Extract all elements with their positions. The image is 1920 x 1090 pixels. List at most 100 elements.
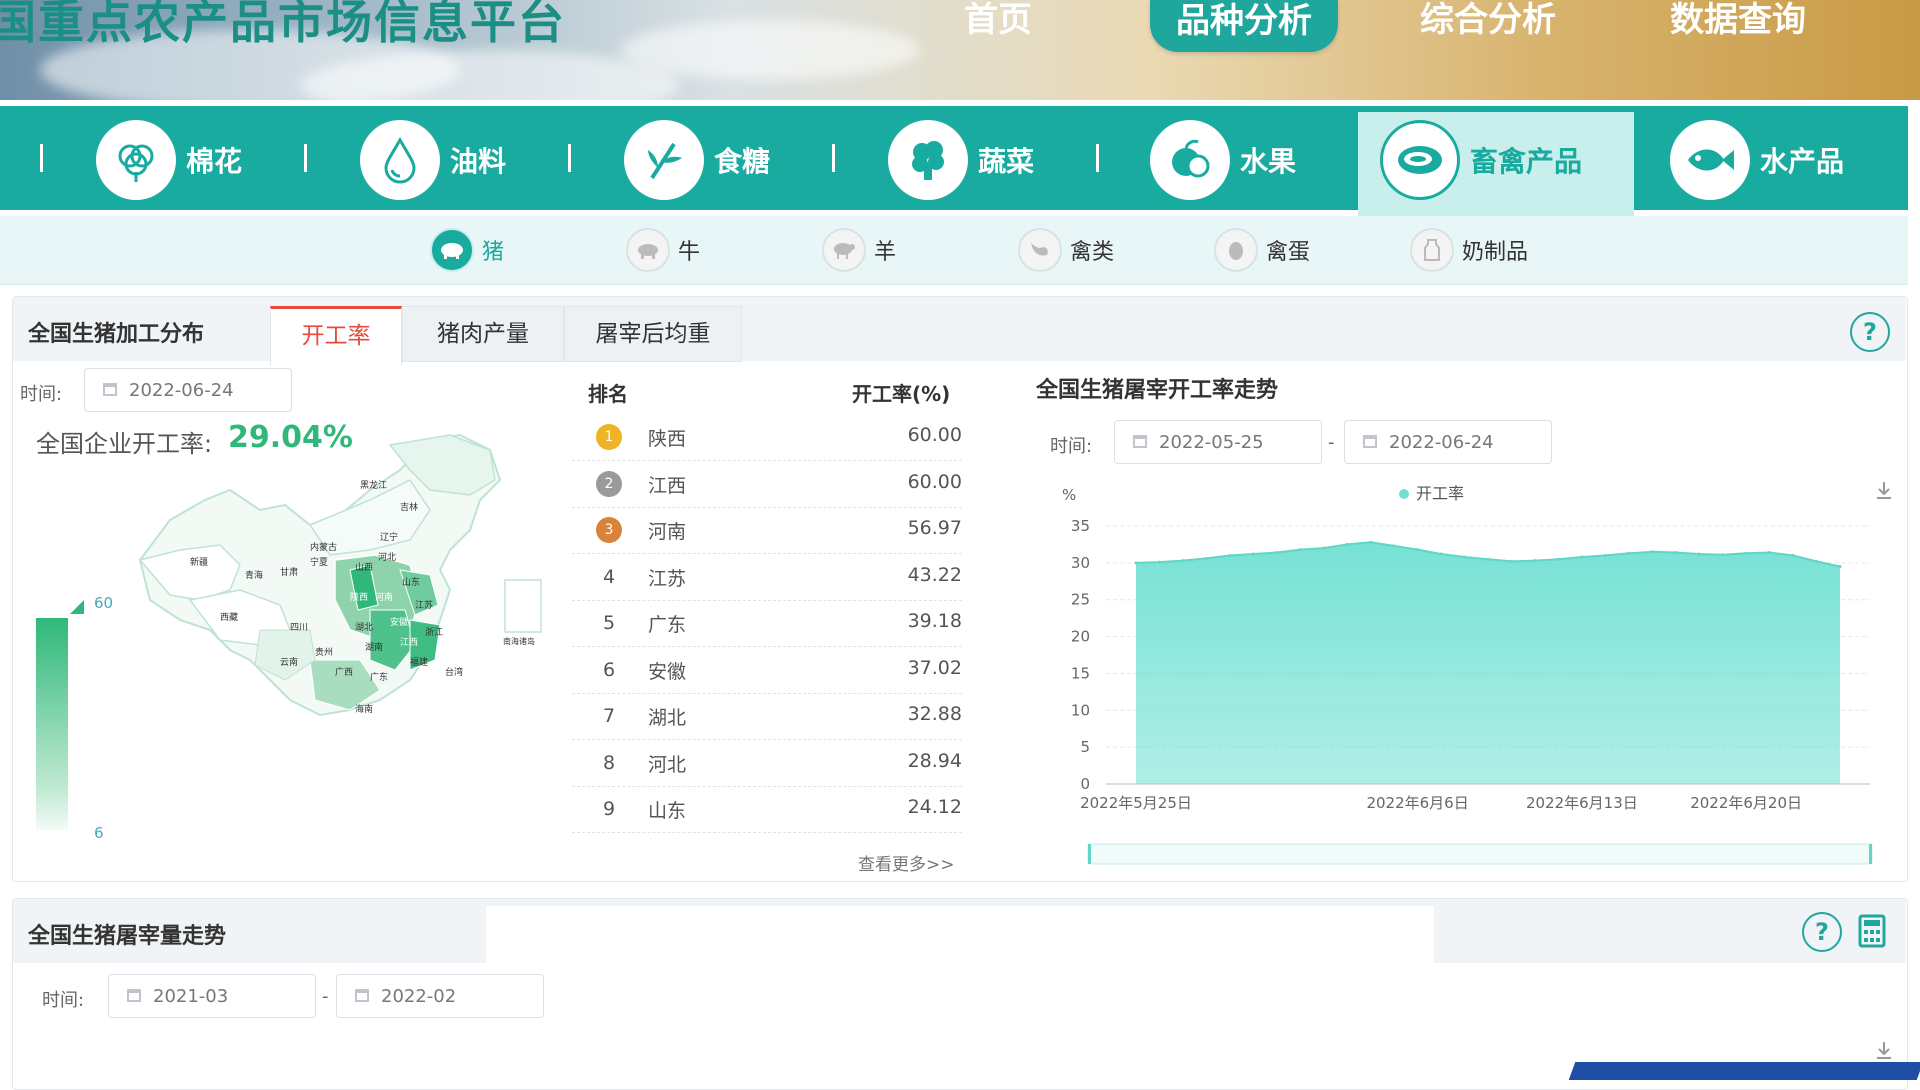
trend-title: 全国生猪屠宰开工率走势 [1036,378,1279,403]
subnav-poultry[interactable]: 禽类 [1018,228,1114,272]
category-label: 水产品 [1760,145,1845,178]
legend-marker [1399,489,1409,499]
subnav-label: 牛 [678,240,701,265]
meat-icon [1380,120,1460,200]
calendar-icon [1363,435,1377,448]
data-point [1768,551,1772,554]
svg-text:江苏: 江苏 [415,599,433,611]
nav-data-query[interactable]: 数据查询 [1670,0,1806,56]
svg-text:甘肃: 甘肃 [280,566,298,578]
svg-text:黑龙江: 黑龙江 [360,479,387,491]
rate-value: 24.12 [907,796,962,818]
nav-variety-analysis[interactable]: 品种分析 [1150,0,1338,52]
svg-text:河南: 河南 [375,591,393,603]
tab-avg-weight[interactable]: 屠宰后均重 [564,306,742,362]
y-axis-unit: % [1062,486,1076,504]
data-point [1204,556,1208,560]
china-map[interactable]: 黑龙江 吉林 辽宁 内蒙古 新疆 西藏 青海 甘肃 宁夏 四川 陕西 山西 河北… [110,430,560,780]
svg-text:青海: 青海 [245,569,263,581]
calendar-icon [127,989,141,1002]
data-point [1345,542,1349,546]
data-point [1275,551,1279,554]
svg-text:新疆: 新疆 [190,556,208,568]
rank-number: 4 [602,565,616,588]
download-icon[interactable] [1874,1040,1894,1062]
ranking-row: 1 陕西 60.00 [572,414,962,461]
category-fruit[interactable]: 水果 [1150,120,1296,200]
start-date-picker[interactable]: 2022-05-25 [1114,420,1322,464]
x-tick-label: 2022年6月20日 [1690,794,1802,812]
end-month-picker[interactable]: 2022-02 [336,974,544,1018]
svg-text:海南: 海南 [355,703,373,715]
rate-value: 37.02 [907,656,962,679]
subnav-label: 羊 [874,240,897,265]
svg-text:吉林: 吉林 [400,501,418,513]
rank-number: 8 [602,751,616,774]
data-point [1533,559,1537,563]
nav-home[interactable]: 首页 [964,0,1032,56]
subnav-eggs[interactable]: 禽蛋 [1214,228,1311,272]
svg-text:安徽: 安徽 [390,616,408,628]
y-tick-label: 10 [1071,701,1090,719]
tab-operating-rate[interactable]: 开工率 [270,306,402,365]
start-month-picker[interactable]: 2021-03 [108,974,316,1018]
category-vegetable[interactable]: 蔬菜 [888,120,1034,200]
svg-text:福建: 福建 [410,656,428,668]
data-point [1744,551,1748,555]
panel-title: 全国生猪加工分布 [28,322,205,347]
subnav-dairy[interactable]: 奶制品 [1410,228,1528,272]
svg-text:河北: 河北 [378,551,396,563]
subnav-sheep[interactable]: 羊 [822,228,897,272]
pig-icon [430,228,474,272]
data-point [1134,561,1138,565]
data-point [1322,546,1326,550]
svg-text:台湾: 台湾 [445,666,463,678]
milk-icon [1410,228,1454,272]
legend-handle-icon[interactable] [70,600,84,614]
category-label: 油料 [450,145,507,178]
col-rank-header: 排名 [588,382,628,406]
category-label: 畜禽产品 [1470,145,1583,178]
date-picker[interactable]: 2022-06-24 [84,368,292,412]
y-tick-label: 25 [1071,591,1090,609]
x-tick-label: 2022年6月6日 [1366,794,1468,812]
category-aquatic[interactable]: 水产品 [1670,120,1844,200]
svg-text:辽宁: 辽宁 [380,531,398,543]
ranking-row: 2 江西 60.00 [572,461,962,508]
svg-text:陕西: 陕西 [350,591,368,603]
category-oil[interactable]: 油料 [360,120,506,200]
calendar-icon [103,383,117,396]
svg-text:江西: 江西 [400,637,418,648]
data-point [1439,552,1443,556]
ranking-row: 5 广东 39.18 [572,600,962,647]
subnav-cattle[interactable]: 牛 [626,228,701,272]
divider [832,144,835,172]
rank-medal-icon: 1 [596,424,622,450]
view-more-link[interactable]: 查看更多>> [858,850,955,875]
time-label: 时间: [20,384,63,405]
category-sugar[interactable]: 食糖 [624,120,770,200]
subnav-label: 禽蛋 [1266,240,1311,265]
col-rate-header: 开工率(%) [852,382,951,406]
subnav-pig[interactable]: 猪 [430,228,504,272]
help-icon[interactable]: ? [1802,912,1842,952]
rate-value: 56.97 [907,517,962,539]
province-name: 广东 [648,614,687,636]
divider [304,144,307,172]
category-cotton[interactable]: 棉花 [96,120,242,200]
tab-pork-output[interactable]: 猪肉产量 [402,306,564,362]
series-area [1136,542,1840,784]
calendar-icon [1133,435,1147,448]
svg-text:浙江: 浙江 [425,626,443,638]
rank-number: 5 [602,612,616,634]
nav-comprehensive-analysis[interactable]: 综合分析 [1420,0,1556,56]
category-livestock[interactable]: 畜禽产品 [1380,120,1582,200]
poultry-icon [1018,228,1062,272]
province-name: 河南 [648,521,687,543]
data-point [1298,548,1302,552]
svg-text:湖南: 湖南 [365,641,383,653]
calculator-icon[interactable] [1858,914,1886,948]
x-tick-label: 2022年6月13日 [1526,794,1638,812]
end-date-picker[interactable]: 2022-06-24 [1344,420,1552,464]
help-icon[interactable]: ? [1850,312,1890,352]
